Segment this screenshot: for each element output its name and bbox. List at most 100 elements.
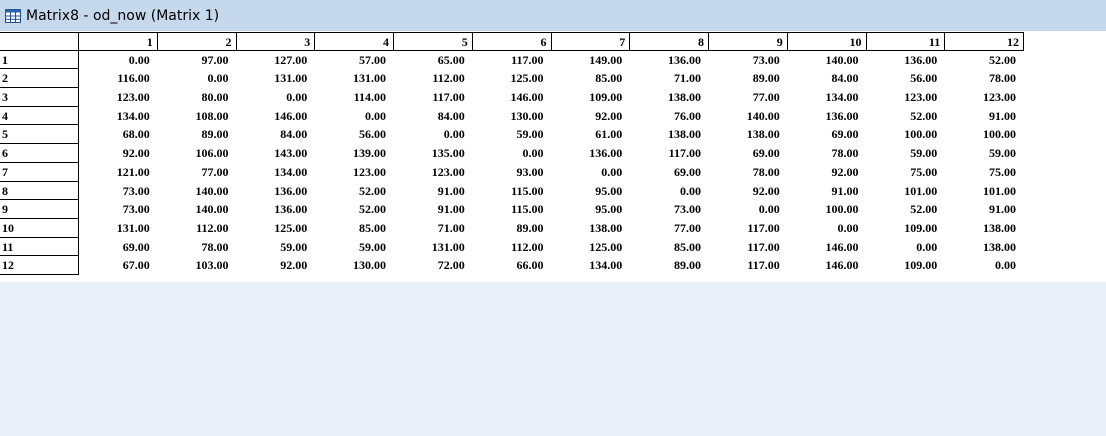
matrix-cell[interactable]: 56.00 bbox=[315, 125, 394, 144]
matrix-cell[interactable]: 78.00 bbox=[945, 69, 1024, 88]
matrix-cell[interactable]: 77.00 bbox=[158, 163, 237, 182]
matrix-cell[interactable]: 117.00 bbox=[630, 144, 709, 163]
row-header[interactable]: 4 bbox=[0, 106, 79, 126]
matrix-cell[interactable]: 0.00 bbox=[867, 238, 946, 257]
matrix-cell[interactable]: 69.00 bbox=[709, 144, 788, 163]
matrix-cell[interactable]: 59.00 bbox=[867, 144, 946, 163]
matrix-cell[interactable]: 65.00 bbox=[394, 51, 473, 70]
matrix-cell[interactable]: 0.00 bbox=[552, 163, 631, 182]
matrix-cell[interactable]: 0.00 bbox=[709, 200, 788, 219]
matrix-cell[interactable]: 0.00 bbox=[473, 144, 552, 163]
title-bar[interactable]: Matrix8 - od_now (Matrix 1) bbox=[0, 0, 1106, 31]
matrix-cell[interactable]: 109.00 bbox=[867, 219, 946, 238]
matrix-cell[interactable]: 131.00 bbox=[315, 69, 394, 88]
matrix-cell[interactable]: 116.00 bbox=[79, 69, 158, 88]
matrix-cell[interactable]: 131.00 bbox=[394, 238, 473, 257]
matrix-cell[interactable]: 89.00 bbox=[709, 69, 788, 88]
matrix-cell[interactable]: 138.00 bbox=[709, 125, 788, 144]
column-header[interactable]: 2 bbox=[157, 32, 237, 51]
matrix-cell[interactable]: 130.00 bbox=[315, 256, 394, 275]
matrix-cell[interactable]: 136.00 bbox=[788, 107, 867, 126]
matrix-cell[interactable]: 91.00 bbox=[394, 182, 473, 201]
matrix-cell[interactable]: 91.00 bbox=[788, 182, 867, 201]
corner-header[interactable] bbox=[0, 32, 79, 51]
matrix-cell[interactable]: 130.00 bbox=[473, 107, 552, 126]
matrix-cell[interactable]: 89.00 bbox=[158, 125, 237, 144]
matrix-cell[interactable]: 77.00 bbox=[709, 88, 788, 107]
matrix-cell[interactable]: 71.00 bbox=[394, 219, 473, 238]
matrix-cell[interactable]: 108.00 bbox=[158, 107, 237, 126]
matrix-cell[interactable]: 73.00 bbox=[709, 51, 788, 70]
matrix-cell[interactable]: 123.00 bbox=[945, 88, 1024, 107]
matrix-cell[interactable]: 140.00 bbox=[788, 51, 867, 70]
matrix-cell[interactable]: 112.00 bbox=[158, 219, 237, 238]
matrix-cell[interactable]: 138.00 bbox=[945, 238, 1024, 257]
matrix-cell[interactable]: 85.00 bbox=[552, 69, 631, 88]
matrix-cell[interactable]: 136.00 bbox=[552, 144, 631, 163]
matrix-cell[interactable]: 143.00 bbox=[237, 144, 316, 163]
matrix-cell[interactable]: 52.00 bbox=[867, 107, 946, 126]
matrix-cell[interactable]: 75.00 bbox=[867, 163, 946, 182]
matrix-cell[interactable]: 52.00 bbox=[315, 182, 394, 201]
matrix-cell[interactable]: 92.00 bbox=[237, 256, 316, 275]
matrix-cell[interactable]: 68.00 bbox=[79, 125, 158, 144]
matrix-cell[interactable]: 92.00 bbox=[79, 144, 158, 163]
matrix-cell[interactable]: 139.00 bbox=[315, 144, 394, 163]
matrix-cell[interactable]: 78.00 bbox=[158, 238, 237, 257]
row-header[interactable]: 11 bbox=[0, 237, 79, 257]
matrix-cell[interactable]: 59.00 bbox=[473, 125, 552, 144]
row-header[interactable]: 8 bbox=[0, 181, 79, 201]
matrix-cell[interactable]: 69.00 bbox=[79, 238, 158, 257]
matrix-cell[interactable]: 136.00 bbox=[867, 51, 946, 70]
matrix-cell[interactable]: 92.00 bbox=[788, 163, 867, 182]
matrix-cell[interactable]: 149.00 bbox=[552, 51, 631, 70]
matrix-cell[interactable]: 125.00 bbox=[473, 69, 552, 88]
column-header[interactable]: 9 bbox=[709, 32, 788, 51]
column-header[interactable]: 1 bbox=[79, 32, 158, 51]
matrix-cell[interactable]: 103.00 bbox=[158, 256, 237, 275]
matrix-cell[interactable]: 0.00 bbox=[945, 256, 1024, 275]
matrix-cell[interactable]: 0.00 bbox=[158, 69, 237, 88]
matrix-cell[interactable]: 92.00 bbox=[552, 107, 631, 126]
matrix-cell[interactable]: 136.00 bbox=[630, 51, 709, 70]
matrix-cell[interactable]: 76.00 bbox=[630, 107, 709, 126]
matrix-cell[interactable]: 123.00 bbox=[867, 88, 946, 107]
matrix-cell[interactable]: 117.00 bbox=[709, 238, 788, 257]
matrix-cell[interactable]: 69.00 bbox=[788, 125, 867, 144]
matrix-cell[interactable]: 109.00 bbox=[552, 88, 631, 107]
matrix-cell[interactable]: 101.00 bbox=[867, 182, 946, 201]
matrix-cell[interactable]: 56.00 bbox=[867, 69, 946, 88]
matrix-cell[interactable]: 131.00 bbox=[237, 69, 316, 88]
column-header[interactable]: 3 bbox=[236, 32, 316, 51]
matrix-cell[interactable]: 123.00 bbox=[394, 163, 473, 182]
matrix-cell[interactable]: 140.00 bbox=[158, 182, 237, 201]
matrix-cell[interactable]: 97.00 bbox=[158, 51, 237, 70]
matrix-cell[interactable]: 100.00 bbox=[945, 125, 1024, 144]
column-header[interactable]: 4 bbox=[315, 32, 394, 51]
matrix-cell[interactable]: 73.00 bbox=[79, 200, 158, 219]
matrix-cell[interactable]: 101.00 bbox=[945, 182, 1024, 201]
matrix-cell[interactable]: 134.00 bbox=[788, 88, 867, 107]
matrix-cell[interactable]: 138.00 bbox=[945, 219, 1024, 238]
column-header[interactable]: 7 bbox=[551, 32, 631, 51]
matrix-cell[interactable]: 52.00 bbox=[315, 200, 394, 219]
matrix-cell[interactable]: 78.00 bbox=[788, 144, 867, 163]
matrix-cell[interactable]: 73.00 bbox=[79, 182, 158, 201]
matrix-cell[interactable]: 134.00 bbox=[237, 163, 316, 182]
column-header[interactable]: 6 bbox=[472, 32, 552, 51]
matrix-cell[interactable]: 117.00 bbox=[473, 51, 552, 70]
matrix-cell[interactable]: 95.00 bbox=[552, 200, 631, 219]
matrix-cell[interactable]: 131.00 bbox=[79, 219, 158, 238]
column-header[interactable]: 8 bbox=[630, 32, 709, 51]
matrix-cell[interactable]: 138.00 bbox=[630, 125, 709, 144]
matrix-cell[interactable]: 72.00 bbox=[394, 256, 473, 275]
matrix-cell[interactable]: 89.00 bbox=[473, 219, 552, 238]
matrix-cell[interactable]: 134.00 bbox=[552, 256, 631, 275]
matrix-cell[interactable]: 77.00 bbox=[630, 219, 709, 238]
matrix-cell[interactable]: 140.00 bbox=[158, 200, 237, 219]
column-header[interactable]: 11 bbox=[866, 32, 946, 51]
matrix-cell[interactable]: 78.00 bbox=[709, 163, 788, 182]
matrix-cell[interactable]: 52.00 bbox=[867, 200, 946, 219]
matrix-cell[interactable]: 0.00 bbox=[237, 88, 316, 107]
matrix-cell[interactable]: 146.00 bbox=[788, 238, 867, 257]
